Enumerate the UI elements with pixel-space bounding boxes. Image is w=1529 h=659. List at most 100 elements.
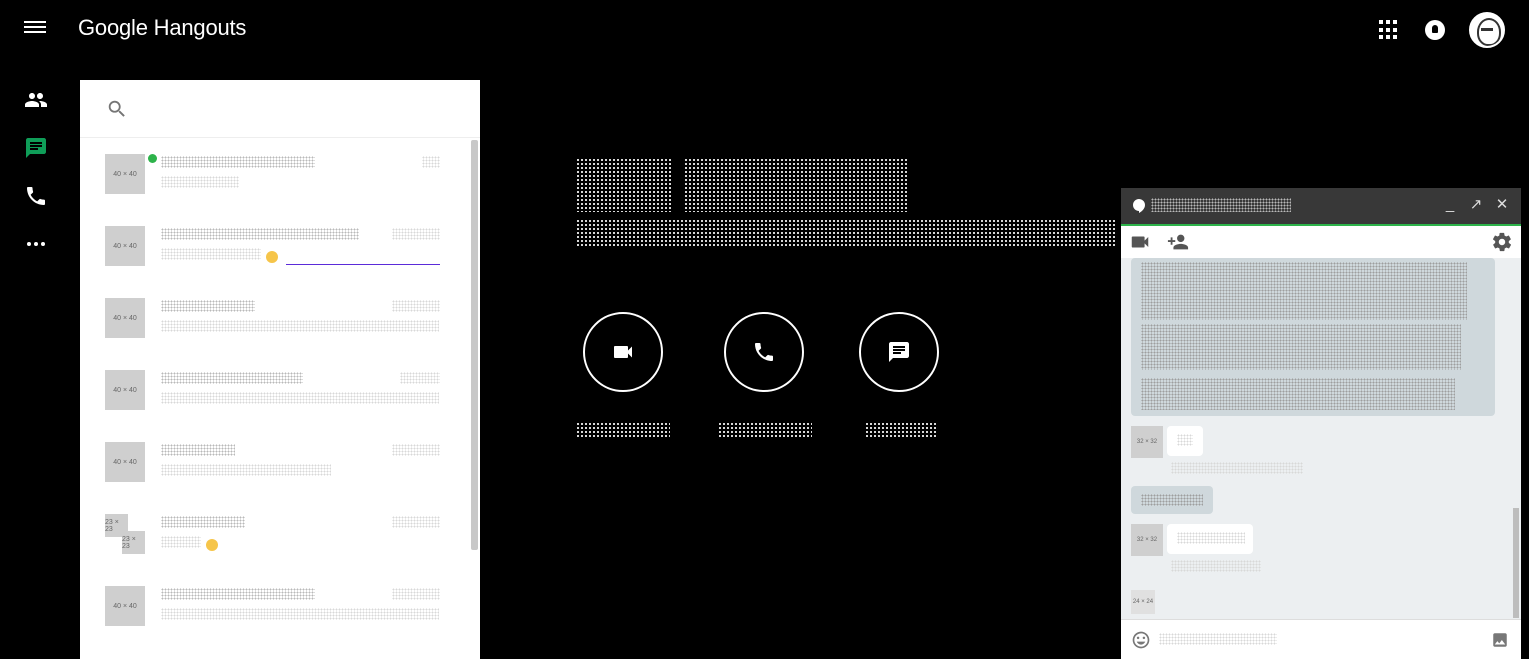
video-call-circle bbox=[583, 312, 663, 392]
videocam-icon[interactable] bbox=[1129, 231, 1151, 253]
read-receipt-avatar: 24 × 24 bbox=[1131, 590, 1155, 614]
popout-icon[interactable]: ↗ bbox=[1467, 196, 1485, 214]
settings-gear-icon[interactable] bbox=[1491, 231, 1513, 253]
grimace-emoji-icon bbox=[206, 539, 218, 551]
videocam-icon bbox=[614, 346, 632, 358]
avatar[interactable] bbox=[1469, 12, 1505, 48]
chat-toolbar bbox=[1121, 226, 1521, 258]
conversation-name bbox=[161, 516, 245, 528]
list-item[interactable]: 40 × 40 bbox=[80, 226, 470, 298]
nav-phone[interactable] bbox=[20, 172, 52, 220]
phone-call-button[interactable] bbox=[718, 312, 812, 443]
nav-more[interactable] bbox=[20, 220, 52, 268]
list-item[interactable]: 40 × 40 bbox=[80, 370, 470, 442]
menu-icon[interactable] bbox=[22, 18, 48, 40]
minimize-icon[interactable]: _ bbox=[1441, 196, 1459, 214]
bell-icon[interactable] bbox=[1425, 20, 1445, 40]
close-icon[interactable]: ✕ bbox=[1493, 196, 1511, 214]
conversation-time bbox=[400, 372, 440, 384]
conversation-name bbox=[161, 300, 255, 312]
people-icon bbox=[25, 93, 47, 107]
contact-thumbnail: 23 × 23 bbox=[122, 531, 145, 554]
app-title[interactable]: Google Hangouts bbox=[78, 15, 246, 41]
video-call-label bbox=[576, 422, 670, 438]
nav-contacts[interactable] bbox=[20, 76, 52, 124]
conversation-name bbox=[161, 588, 315, 600]
sender-avatar: 32 × 32 bbox=[1131, 426, 1163, 458]
phone-call-circle bbox=[724, 312, 804, 392]
phone-call-label bbox=[718, 422, 812, 438]
snippet-link[interactable] bbox=[286, 264, 440, 265]
phone-icon bbox=[755, 343, 773, 361]
list-scrollbar[interactable] bbox=[471, 140, 478, 550]
apps-icon[interactable] bbox=[1377, 18, 1401, 42]
phone-icon bbox=[27, 187, 45, 205]
conversation-time bbox=[392, 516, 440, 528]
message-text bbox=[1177, 532, 1245, 544]
contact-thumbnail: 40 × 40 bbox=[105, 154, 145, 194]
message-circle bbox=[859, 312, 939, 392]
message-bubble-sent bbox=[1131, 486, 1213, 514]
contact-thumbnail: 40 × 40 bbox=[105, 586, 145, 626]
message-text bbox=[1141, 262, 1467, 320]
conversation-name bbox=[161, 228, 359, 240]
welcome-subtitle bbox=[576, 219, 1116, 247]
hangouts-icon bbox=[1133, 199, 1145, 213]
video-call-button[interactable] bbox=[576, 312, 670, 443]
search-icon[interactable] bbox=[106, 98, 128, 120]
message-icon bbox=[889, 342, 909, 362]
list-item[interactable]: 40 × 40 bbox=[80, 154, 470, 226]
list-item[interactable]: 40 × 40 bbox=[80, 586, 470, 658]
chat-title bbox=[1151, 198, 1291, 212]
emoji-icon[interactable] bbox=[1131, 630, 1151, 650]
sender-avatar: 32 × 32 bbox=[1131, 524, 1163, 556]
conversation-name bbox=[161, 156, 315, 168]
conversation-time bbox=[392, 228, 440, 240]
add-person-icon[interactable] bbox=[1167, 231, 1189, 253]
list-item[interactable]: 40 × 40 bbox=[80, 442, 470, 514]
chat-window: _ ↗ ✕ 32 × 32 32 × 32 24 × 24 bbox=[1121, 188, 1521, 659]
conversation-snippet bbox=[161, 248, 261, 260]
chat-messages[interactable]: 32 × 32 32 × 32 24 × 24 bbox=[1121, 258, 1521, 620]
list-item[interactable]: 40 × 40 bbox=[80, 298, 470, 370]
message-bubble-received bbox=[1167, 426, 1203, 456]
message-text bbox=[1141, 324, 1461, 370]
conversation-snippet bbox=[161, 464, 331, 476]
conversation-list-panel: 40 × 40 40 × 40 40 × 40 40 × 40 40 × 40 … bbox=[80, 80, 480, 659]
left-nav bbox=[20, 76, 52, 268]
contact-thumbnail: 40 × 40 bbox=[105, 298, 145, 338]
contact-thumbnail: 40 × 40 bbox=[105, 442, 145, 482]
conversation-snippet bbox=[161, 392, 439, 404]
message-label bbox=[865, 422, 937, 438]
conversation-snippet bbox=[161, 176, 239, 188]
conversation-name bbox=[161, 372, 303, 384]
conversation-name bbox=[161, 444, 235, 456]
conversation-time bbox=[392, 300, 440, 312]
message-button[interactable] bbox=[859, 312, 939, 443]
chat-icon bbox=[26, 138, 46, 158]
message-bubble-sent bbox=[1131, 258, 1495, 416]
more-icon bbox=[27, 242, 45, 246]
message-text bbox=[1141, 494, 1203, 506]
message-text bbox=[1141, 378, 1455, 410]
search-bar bbox=[80, 80, 480, 138]
message-text bbox=[1177, 434, 1193, 446]
message-input[interactable] bbox=[1159, 633, 1277, 645]
conversation-time bbox=[392, 588, 440, 600]
chat-input-bar bbox=[1121, 619, 1521, 659]
message-timestamp bbox=[1171, 462, 1303, 474]
list-item[interactable]: 23 × 23 23 × 23 bbox=[80, 514, 470, 586]
smile-emoji-icon bbox=[266, 251, 278, 263]
image-icon[interactable] bbox=[1491, 631, 1509, 649]
welcome-title-word bbox=[684, 158, 908, 212]
message-bubble-received bbox=[1167, 524, 1253, 554]
conversation-snippet bbox=[161, 608, 439, 620]
message-timestamp bbox=[1171, 560, 1261, 572]
conversation-time bbox=[392, 444, 440, 456]
online-status-dot bbox=[148, 154, 157, 163]
chat-header[interactable]: _ ↗ ✕ bbox=[1121, 188, 1521, 226]
nav-conversations[interactable] bbox=[20, 124, 52, 172]
search-input[interactable] bbox=[160, 101, 314, 115]
conversation-snippet bbox=[161, 320, 439, 332]
chat-scrollbar[interactable] bbox=[1513, 508, 1519, 618]
